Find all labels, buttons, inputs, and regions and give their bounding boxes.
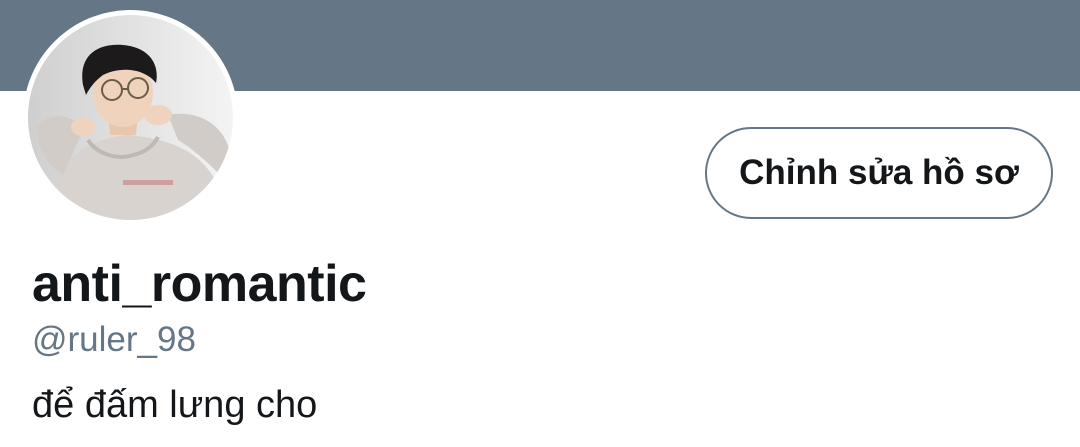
display-name: anti_romantic	[32, 255, 367, 313]
user-handle: @ruler_98	[32, 320, 196, 359]
profile-avatar[interactable]	[23, 10, 238, 225]
avatar-photo	[28, 15, 233, 220]
profile-bio: để đấm lưng cho	[32, 384, 318, 426]
edit-profile-button[interactable]: Chỉnh sửa hồ sơ	[705, 127, 1053, 219]
